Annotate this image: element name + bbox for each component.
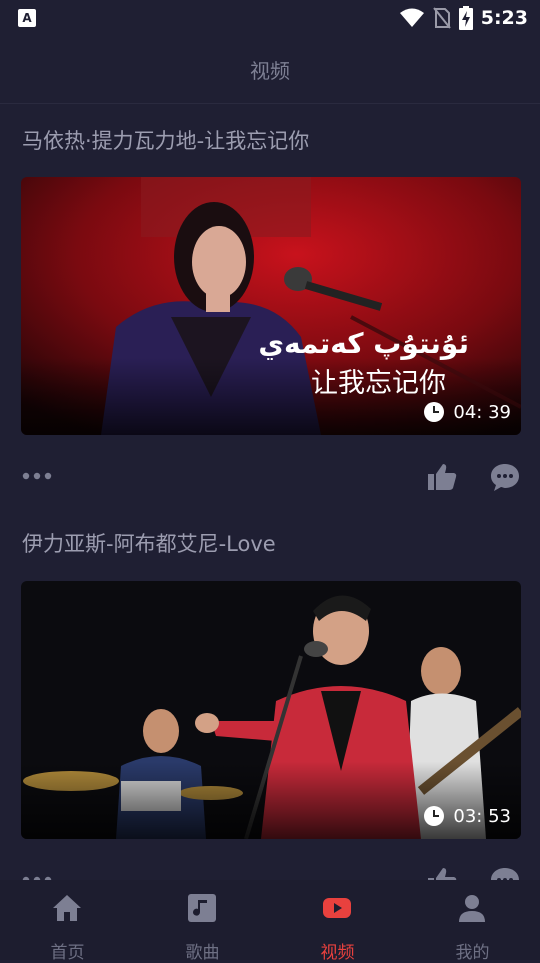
video-actions <box>0 457 540 497</box>
like-icon[interactable] <box>426 865 458 880</box>
app-notification-icon: A <box>18 9 36 27</box>
like-icon[interactable] <box>426 461 458 493</box>
video-feed[interactable]: 马依热·提力瓦力地-让我忘记你 ئۇنتۇپ كەتمەي 让我忘记你 04: … <box>0 104 540 880</box>
video-title[interactable]: 马依热·提力瓦力地-让我忘记你 <box>22 125 309 155</box>
video-title[interactable]: 伊力亚斯-阿布都艾尼-Love <box>22 528 276 558</box>
clock-icon <box>424 806 445 826</box>
nav-item-me[interactable]: 我的 <box>405 880 540 963</box>
nav-label: 我的 <box>455 943 490 963</box>
nav-label: 歌曲 <box>185 943 220 963</box>
bottom-nav: 首页 歌曲 视频 我的 <box>0 880 540 963</box>
more-options-icon[interactable] <box>22 471 52 481</box>
nav-item-video[interactable]: 视频 <box>270 880 405 963</box>
comment-icon[interactable] <box>489 461 521 493</box>
video-duration: 04: 39 <box>423 401 511 423</box>
thumbnail-caption-chinese: 让我忘记你 <box>311 368 446 399</box>
wifi-icon <box>399 8 424 27</box>
nav-item-songs[interactable]: 歌曲 <box>135 880 270 963</box>
music-note-icon <box>188 894 216 922</box>
video-thumbnail-image <box>21 581 521 839</box>
no-sim-icon <box>432 7 451 29</box>
home-icon <box>53 895 81 921</box>
video-thumbnail-image: ئۇنتۇپ كەتمەي 让我忘记你 <box>21 177 521 435</box>
video-actions <box>0 861 540 880</box>
nav-label: 视频 <box>320 943 355 963</box>
user-icon <box>459 895 485 922</box>
video-duration: 03: 53 <box>423 805 511 827</box>
video-thumbnail[interactable]: 03: 53 <box>21 581 521 839</box>
status-time: 5:23 <box>480 7 528 29</box>
duration-text: 03: 53 <box>453 805 511 827</box>
nav-item-home[interactable]: 首页 <box>0 880 135 963</box>
comment-icon[interactable] <box>489 865 521 880</box>
battery-charging-icon <box>458 6 473 30</box>
status-icons: 5:23 <box>399 4 528 32</box>
status-bar: A 5:23 <box>0 0 540 36</box>
video-play-icon <box>323 898 351 918</box>
nav-label: 首页 <box>50 943 85 963</box>
clock-icon <box>424 402 445 422</box>
duration-text: 04: 39 <box>453 401 511 423</box>
thumbnail-caption-uyghur: ئۇنتۇپ كەتمەي <box>258 327 469 360</box>
page-title: 视频 <box>250 59 290 83</box>
video-thumbnail[interactable]: ئۇنتۇپ كەتمەي 让我忘记你 04: 39 <box>21 177 521 435</box>
